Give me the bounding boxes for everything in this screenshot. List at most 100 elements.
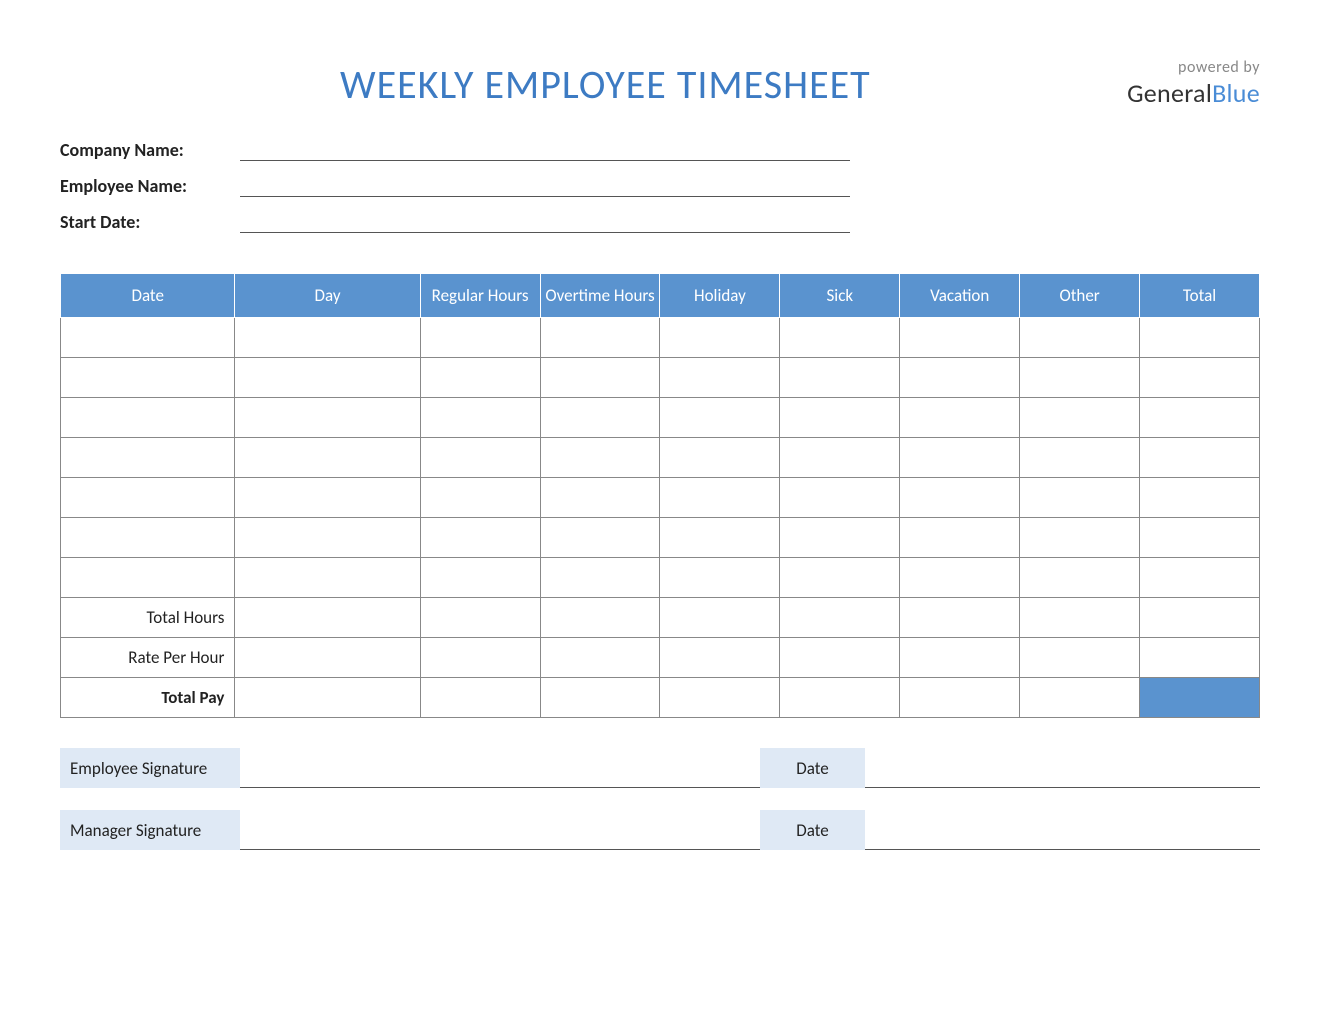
start-date-label: Start Date:: [60, 211, 240, 233]
cell-total[interactable]: [1140, 318, 1260, 358]
cell-holiday[interactable]: [660, 438, 780, 478]
cell-day[interactable]: [235, 558, 420, 598]
cell-other[interactable]: [1020, 478, 1140, 518]
cell-regular[interactable]: [420, 358, 540, 398]
cell-other[interactable]: [1020, 518, 1140, 558]
cell-vacation[interactable]: [900, 398, 1020, 438]
cell-sick[interactable]: [780, 398, 900, 438]
cell-total[interactable]: [1140, 398, 1260, 438]
cell-day[interactable]: [235, 478, 420, 518]
cell-vacation[interactable]: [900, 358, 1020, 398]
cell-vacation[interactable]: [900, 518, 1020, 558]
col-overtime: Overtime Hours: [540, 274, 660, 318]
cell-overtime[interactable]: [540, 358, 660, 398]
cell-holiday[interactable]: [660, 558, 780, 598]
col-vacation: Vacation: [900, 274, 1020, 318]
cell-holiday[interactable]: [660, 518, 780, 558]
rate-per-hour-row: Rate Per Hour: [61, 638, 1260, 678]
cell-overtime[interactable]: [540, 398, 660, 438]
employee-signature-date-label: Date: [760, 748, 865, 788]
cell-regular[interactable]: [420, 398, 540, 438]
employee-signature-date-input[interactable]: [865, 748, 1260, 788]
cell-date[interactable]: [61, 438, 235, 478]
employee-name-label: Employee Name:: [60, 175, 240, 197]
cell-holiday[interactable]: [660, 358, 780, 398]
cell-overtime[interactable]: [540, 438, 660, 478]
cell-vacation[interactable]: [900, 478, 1020, 518]
cell-holiday[interactable]: [660, 398, 780, 438]
cell-holiday[interactable]: [660, 478, 780, 518]
cell-regular[interactable]: [420, 318, 540, 358]
employee-name-input[interactable]: [240, 175, 850, 197]
cell-vacation[interactable]: [900, 438, 1020, 478]
table-row: [61, 438, 1260, 478]
cell-sick[interactable]: [780, 478, 900, 518]
manager-signature-date-input[interactable]: [865, 810, 1260, 850]
cell-overtime[interactable]: [540, 478, 660, 518]
signature-section: Employee Signature Date Manager Signatur…: [60, 748, 1260, 850]
cell-date[interactable]: [61, 558, 235, 598]
cell-other[interactable]: [1020, 398, 1140, 438]
rate-per-hour-label: Rate Per Hour: [61, 638, 235, 678]
cell-vacation[interactable]: [900, 558, 1020, 598]
cell-other[interactable]: [1020, 558, 1140, 598]
cell-total[interactable]: [1140, 478, 1260, 518]
total-hours-label: Total Hours: [61, 598, 235, 638]
employee-signature-label: Employee Signature: [60, 748, 240, 788]
brand-name-general: General: [1127, 77, 1212, 109]
start-date-input[interactable]: [240, 211, 850, 233]
company-name-label: Company Name:: [60, 139, 240, 161]
cell-day[interactable]: [235, 318, 420, 358]
cell-sick[interactable]: [780, 358, 900, 398]
cell-date[interactable]: [61, 478, 235, 518]
cell-date[interactable]: [61, 398, 235, 438]
cell-regular[interactable]: [420, 438, 540, 478]
brand-powered: powered by: [1127, 58, 1260, 77]
cell-total[interactable]: [1140, 518, 1260, 558]
col-date: Date: [61, 274, 235, 318]
brand-block: powered by GeneralBlue: [1127, 58, 1260, 109]
cell-day[interactable]: [235, 438, 420, 478]
table-row: [61, 518, 1260, 558]
cell-day[interactable]: [235, 398, 420, 438]
col-sick: Sick: [780, 274, 900, 318]
cell-overtime[interactable]: [540, 518, 660, 558]
cell-total[interactable]: [1140, 358, 1260, 398]
table-header-row: Date Day Regular Hours Overtime Hours Ho…: [61, 274, 1260, 318]
col-total: Total: [1140, 274, 1260, 318]
manager-signature-input[interactable]: [240, 810, 760, 850]
cell-sick[interactable]: [780, 438, 900, 478]
col-holiday: Holiday: [660, 274, 780, 318]
cell-total[interactable]: [1140, 558, 1260, 598]
cell-sick[interactable]: [780, 518, 900, 558]
cell-day[interactable]: [235, 518, 420, 558]
table-row: [61, 318, 1260, 358]
cell-day[interactable]: [235, 358, 420, 398]
cell-holiday[interactable]: [660, 318, 780, 358]
cell-regular[interactable]: [420, 558, 540, 598]
brand-name-blue: Blue: [1212, 77, 1260, 109]
cell-overtime[interactable]: [540, 558, 660, 598]
cell-date[interactable]: [61, 358, 235, 398]
cell-total[interactable]: [1140, 438, 1260, 478]
total-hours-row: Total Hours: [61, 598, 1260, 638]
cell-date[interactable]: [61, 318, 235, 358]
cell-other[interactable]: [1020, 358, 1140, 398]
cell-regular[interactable]: [420, 478, 540, 518]
cell-regular[interactable]: [420, 518, 540, 558]
cell-date[interactable]: [61, 518, 235, 558]
total-pay-label: Total Pay: [61, 678, 235, 718]
table-row: [61, 478, 1260, 518]
cell-vacation[interactable]: [900, 318, 1020, 358]
total-pay-row: Total Pay: [61, 678, 1260, 718]
cell-sick[interactable]: [780, 318, 900, 358]
company-name-input[interactable]: [240, 139, 850, 161]
cell-other[interactable]: [1020, 318, 1140, 358]
employee-signature-input[interactable]: [240, 748, 760, 788]
cell-overtime[interactable]: [540, 318, 660, 358]
cell-sick[interactable]: [780, 558, 900, 598]
info-section: Company Name: Employee Name: Start Date:: [60, 139, 1260, 233]
timesheet-table: Date Day Regular Hours Overtime Hours Ho…: [60, 273, 1260, 718]
manager-signature-date-label: Date: [760, 810, 865, 850]
cell-other[interactable]: [1020, 438, 1140, 478]
